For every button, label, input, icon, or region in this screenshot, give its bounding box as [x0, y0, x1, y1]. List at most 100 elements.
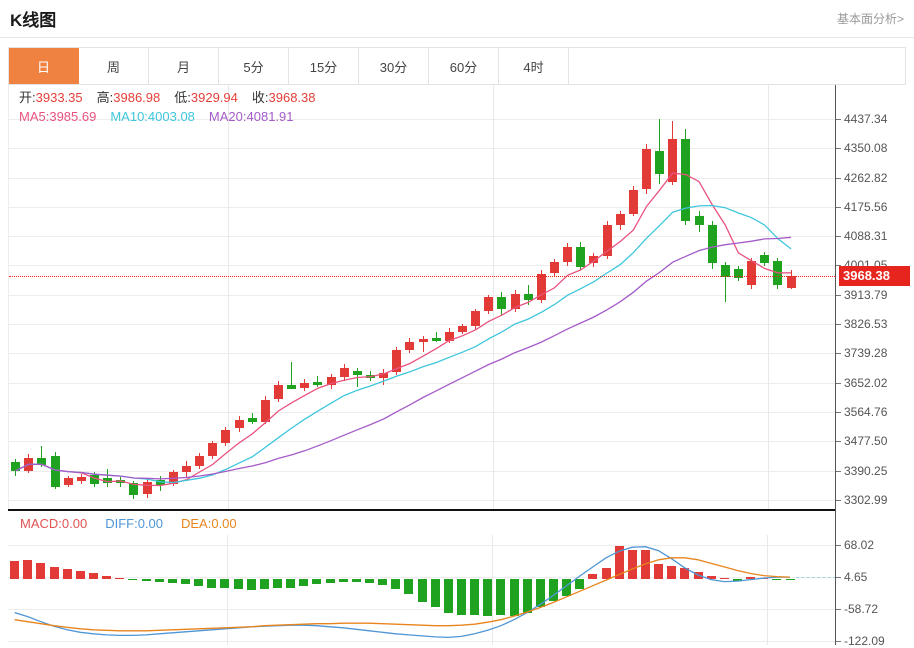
- candle-up: [273, 384, 283, 400]
- axis-tick: [836, 148, 841, 150]
- macd-bar-up: [719, 577, 729, 580]
- macd-bar-down: [299, 579, 309, 586]
- macd-bar-up: [49, 566, 59, 580]
- gridline-v: [768, 85, 769, 509]
- macd-bar-down: [194, 579, 204, 586]
- macd-bar-down: [404, 579, 414, 595]
- candle-up: [786, 276, 796, 289]
- axis-tick: [836, 470, 841, 472]
- candle-up: [392, 349, 402, 373]
- gridline-h: [9, 382, 835, 384]
- candle-up: [589, 255, 599, 264]
- macd-bar-down: [246, 579, 256, 590]
- ma5-line: [15, 172, 792, 487]
- macd-bar-up: [62, 569, 72, 580]
- y-axis-label: -122.09: [844, 634, 885, 648]
- gridline-h: [8, 608, 835, 610]
- macd-bar-down: [535, 579, 545, 608]
- candle-down: [89, 474, 99, 485]
- macd-bar-up: [10, 560, 20, 580]
- candle-down: [497, 297, 507, 310]
- macd-value: DEA:0.00: [181, 515, 237, 531]
- tab-30分[interactable]: 30分: [359, 48, 429, 84]
- tab-60分[interactable]: 60分: [429, 48, 499, 84]
- gridline-h: [9, 499, 835, 501]
- macd-bar-down: [562, 579, 572, 596]
- macd-bar-up: [693, 571, 703, 580]
- candle-up: [24, 457, 34, 471]
- candle-down: [155, 480, 165, 485]
- candle-up: [405, 341, 415, 350]
- candle-up: [457, 326, 467, 332]
- macd-bar-down: [364, 579, 374, 583]
- candle-down: [103, 478, 113, 483]
- macd-bar-down: [351, 579, 361, 582]
- y-axis-label: 4088.31: [844, 229, 888, 244]
- macd-bar-down: [233, 579, 243, 589]
- macd-chart[interactable]: [8, 535, 835, 645]
- macd-bar-down: [496, 579, 506, 615]
- candle-up: [208, 443, 218, 456]
- gridline-h: [8, 544, 835, 546]
- tab-月[interactable]: 月: [149, 48, 219, 84]
- macd-bar-up: [614, 545, 624, 580]
- candlestick-chart[interactable]: 开:3933.35 高:3986.98 低:3929.94 收:3968.38 MA5…: [8, 85, 835, 509]
- macd-bar-down: [220, 579, 230, 589]
- macd-header: MACD:0.00 DIFF:0.00 DEA:0.00: [8, 511, 835, 535]
- candle-down: [129, 482, 139, 495]
- gridline-v: [227, 535, 228, 645]
- macd-bar-up: [640, 550, 650, 580]
- macd-bar-up: [627, 549, 637, 580]
- candle-up: [563, 246, 573, 263]
- candle-down: [694, 216, 704, 225]
- candle-up: [747, 261, 757, 286]
- candle-up: [444, 331, 454, 341]
- candle-up: [484, 297, 494, 312]
- tab-日[interactable]: 日: [9, 48, 79, 84]
- macd-bar-down: [509, 579, 519, 616]
- macd-bar-down: [325, 579, 335, 584]
- axis-tick: [836, 641, 841, 642]
- candle-down: [11, 462, 21, 471]
- gridline-h: [8, 641, 835, 642]
- candle-up: [63, 478, 73, 485]
- axis-tick: [836, 544, 841, 546]
- candle-up: [168, 472, 178, 485]
- fundamental-analysis-link[interactable]: 基本面分析>: [837, 10, 904, 27]
- tab-4时[interactable]: 4时: [499, 48, 569, 84]
- macd-bar-down: [522, 579, 532, 613]
- candle-down: [773, 261, 783, 286]
- tab-5分[interactable]: 5分: [219, 48, 289, 84]
- info-pair: 开:3933.35: [19, 90, 83, 105]
- chart-info-overlay: 开:3933.35 高:3986.98 低:3929.94 收:3968.38 MA5…: [19, 88, 330, 126]
- candle-up: [471, 311, 481, 327]
- tab-周[interactable]: 周: [79, 48, 149, 84]
- y-axis-label: 68.02: [844, 537, 875, 552]
- gridline-h: [9, 206, 835, 208]
- gridline-h: [9, 353, 835, 355]
- page-title: K线图: [10, 11, 57, 30]
- axis-tick: [836, 576, 841, 578]
- axis-tick: [836, 499, 841, 501]
- ma20-line: [15, 236, 792, 480]
- macd-bar-down: [286, 579, 296, 588]
- macd-value: MACD:0.00: [20, 515, 88, 531]
- tab-15分[interactable]: 15分: [289, 48, 359, 84]
- candle-up: [260, 399, 270, 422]
- macd-bar-down: [430, 579, 440, 607]
- candle-up: [510, 293, 520, 310]
- candle-down: [523, 293, 533, 301]
- macd-bar-up: [759, 577, 769, 580]
- candle-down: [287, 384, 297, 389]
- macd-bar-down: [785, 579, 795, 581]
- tab-bar[interactable]: 日周月 5分 15分 30分 60分 4时: [8, 47, 906, 85]
- candle-up: [615, 214, 625, 225]
- axis-tick: [836, 382, 841, 384]
- y-axis-label: 4175.56: [844, 199, 888, 214]
- candle-down: [247, 417, 257, 422]
- y-axis-label: 3739.28: [844, 346, 888, 361]
- macd-bar-up: [706, 575, 716, 580]
- y-axis-label: 4350.08: [844, 141, 888, 156]
- macd-bar-down: [378, 579, 388, 586]
- candle-up: [549, 262, 559, 274]
